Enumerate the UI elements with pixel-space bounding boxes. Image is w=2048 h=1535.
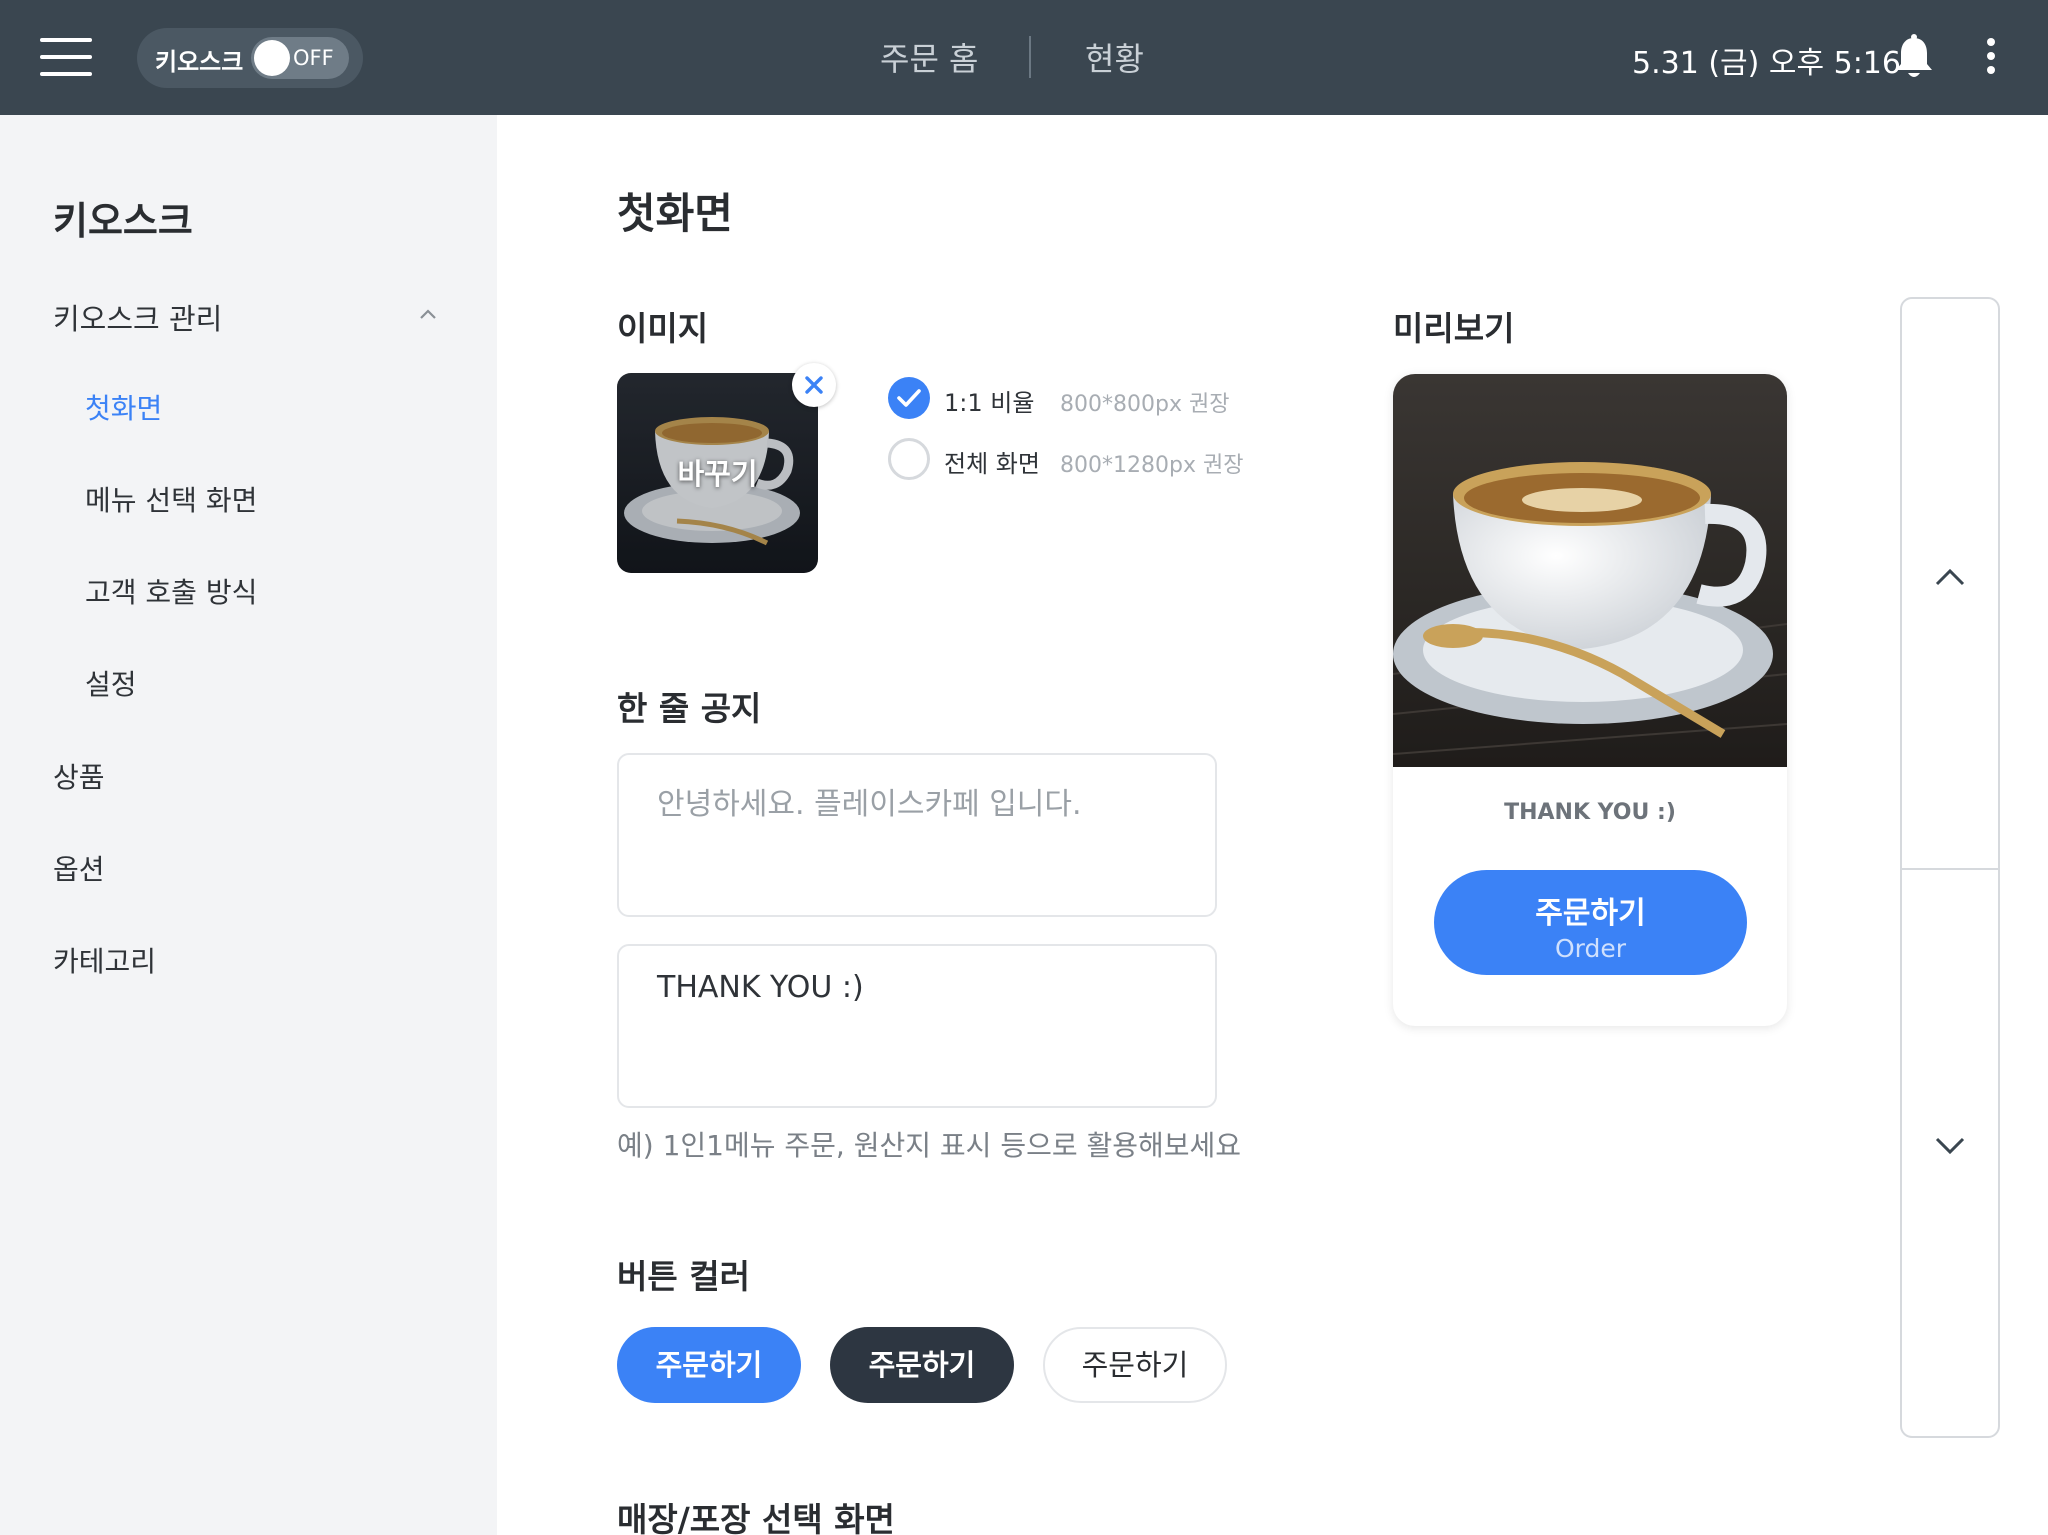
page-title: 첫화면 (617, 189, 733, 238)
preview-notice: THANK YOU :) (1504, 800, 1676, 825)
color-option-dark[interactable]: 주문하기 (830, 1327, 1014, 1403)
notice-hint: 예) 1인1메뉴 주문, 원산지 표시 등으로 활용해보세요 (617, 1129, 1242, 1162)
sidebar-item-first-screen[interactable]: 첫화면 (85, 387, 162, 427)
kiosk-toggle[interactable]: OFF (251, 37, 349, 79)
preview-order-button[interactable]: 주문하기 Order (1434, 870, 1747, 975)
ratio-hint: 800*800px 권장 (1060, 392, 1230, 417)
button-color-section-title: 버튼 컬러 (617, 1257, 750, 1296)
scroll-down-button[interactable] (1902, 870, 1998, 1436)
ratio-hint: 800*1280px 권장 (1060, 453, 1244, 478)
sidebar-item-options[interactable]: 옵션 (53, 848, 105, 888)
sidebar-item-products[interactable]: 상품 (53, 756, 105, 796)
image-section-title: 이미지 (617, 309, 709, 348)
radio-checked-icon (888, 377, 930, 419)
coffee-cup-image (1393, 374, 1787, 767)
ratio-label: 1:1 비율 (944, 389, 1035, 417)
sidebar-item-customer-call[interactable]: 고객 호출 방식 (85, 571, 257, 611)
chevron-up-icon (420, 309, 436, 319)
chevron-down-icon (1935, 1137, 1965, 1155)
toggle-state-label: OFF (293, 46, 334, 70)
close-icon (805, 376, 823, 394)
kiosk-label: 키오스크 (155, 48, 244, 76)
preview-order-label-ko: 주문하기 (1535, 896, 1646, 931)
toggle-knob (254, 40, 290, 76)
scroll-up-button[interactable] (1902, 299, 1998, 868)
nav-divider (1029, 36, 1031, 78)
sidebar: 키오스크 키오스크 관리 첫화면 메뉴 선택 화면 고객 호출 방식 설정 상품… (0, 115, 497, 1535)
hamburger-menu-icon[interactable] (40, 38, 92, 76)
notice-text-field[interactable]: THANK YOU :) (617, 944, 1217, 1108)
more-vertical-icon[interactable] (1984, 36, 1998, 76)
color-option-blue[interactable]: 주문하기 (617, 1327, 801, 1403)
sidebar-group-label: 키오스크 관리 (53, 302, 223, 336)
ratio-label: 전체 화면 (944, 450, 1040, 478)
notice-greeting-field[interactable]: 안녕하세요. 플레이스카페 입니다. (617, 753, 1217, 917)
kiosk-toggle-group: 키오스크 OFF (137, 28, 363, 88)
image-thumbnail[interactable]: 바꾸기 (617, 373, 818, 573)
change-image-label: 바꾸기 (677, 457, 758, 491)
sidebar-group-kiosk-management[interactable]: 키오스크 관리 (53, 296, 437, 336)
preview-order-label-en: Order (1554, 934, 1627, 963)
remove-image-button[interactable] (792, 363, 836, 407)
preview-title: 미리보기 (1393, 309, 1515, 348)
nav-status[interactable]: 현황 (1085, 34, 1144, 80)
sidebar-item-category[interactable]: 카테고리 (53, 940, 156, 980)
sidebar-item-settings[interactable]: 설정 (85, 663, 137, 703)
top-bar: 키오스크 OFF 주문 홈 현황 5.31 (금) 오후 5:16 (0, 0, 2048, 115)
radio-unchecked-icon (888, 438, 930, 480)
store-takeout-section-title: 매장/포장 선택 화면 (617, 1500, 895, 1535)
ratio-option-fullscreen[interactable]: 전체 화면 800*1280px 권장 (888, 438, 1248, 480)
chevron-up-icon (1935, 568, 1965, 586)
notice-section-title: 한 줄 공지 (617, 689, 762, 728)
ratio-option-square[interactable]: 1:1 비율 800*800px 권장 (888, 377, 1248, 419)
nav-order-home[interactable]: 주문 홈 (880, 34, 979, 80)
color-option-white[interactable]: 주문하기 (1043, 1327, 1227, 1403)
sidebar-title: 키오스크 (53, 199, 193, 243)
sidebar-item-menu-select-screen[interactable]: 메뉴 선택 화면 (85, 479, 257, 519)
page-scroll-control (1900, 297, 2000, 1438)
preview-card: THANK YOU :) 주문하기 Order (1393, 374, 1787, 1026)
bell-icon[interactable] (1892, 34, 1936, 82)
datetime: 5.31 (금) 오후 5:16 (1632, 46, 1901, 81)
